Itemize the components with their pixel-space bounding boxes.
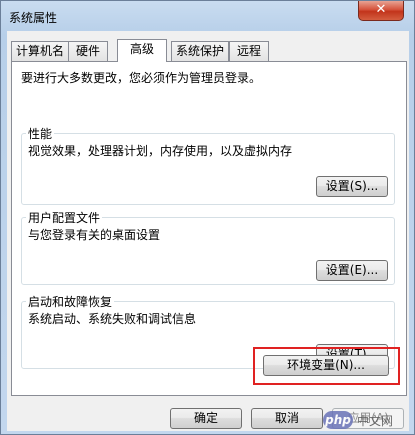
startup-recovery-description: 系统启动、系统失败和调试信息: [28, 312, 197, 326]
cancel-button[interactable]: 取消: [251, 408, 323, 429]
performance-group-title: 性能: [26, 125, 55, 142]
user-profiles-settings-button[interactable]: 设置(E)...: [316, 260, 388, 281]
tab-hardware[interactable]: 硬件: [68, 41, 108, 61]
close-icon: ✕: [375, 2, 387, 17]
highlight-box: [253, 347, 400, 385]
startup-recovery-group-title: 启动和故障恢复: [26, 293, 115, 310]
close-button[interactable]: ✕: [358, 1, 404, 21]
user-profiles-description: 与您登录有关的桌面设置: [28, 228, 161, 242]
watermark-text: 中文网: [357, 413, 394, 428]
system-properties-window: 系统属性 ✕ 计算机名 硬件 高级 系统保护 远程 要进行大多数更改，您必须作为…: [0, 0, 415, 435]
performance-description: 视觉效果，处理器计划，内存使用，以及虚拟内存: [28, 144, 293, 158]
window-title: 系统属性: [9, 11, 58, 25]
tab-computer-name[interactable]: 计算机名: [11, 41, 69, 61]
tab-system-protection[interactable]: 系统保护: [171, 41, 229, 61]
tab-advanced[interactable]: 高级: [117, 39, 167, 62]
user-profiles-group-title: 用户配置文件: [26, 209, 103, 226]
ok-button[interactable]: 确定: [170, 408, 242, 429]
watermark: php 中文网: [323, 408, 393, 432]
performance-settings-button[interactable]: 设置(S)...: [316, 176, 388, 197]
performance-group: 性能 视觉效果，处理器计划，内存使用，以及虚拟内存 设置(S)...: [21, 125, 395, 205]
php-logo: php: [323, 411, 353, 429]
tab-remote[interactable]: 远程: [229, 41, 269, 61]
advanced-tab-panel: 要进行大多数更改，您必须作为管理员登录。 性能 视觉效果，处理器计划，内存使用，…: [11, 61, 407, 396]
user-profiles-group: 用户配置文件 与您登录有关的桌面设置 设置(E)...: [21, 209, 395, 285]
admin-note: 要进行大多数更改，您必须作为管理员登录。: [21, 71, 262, 85]
